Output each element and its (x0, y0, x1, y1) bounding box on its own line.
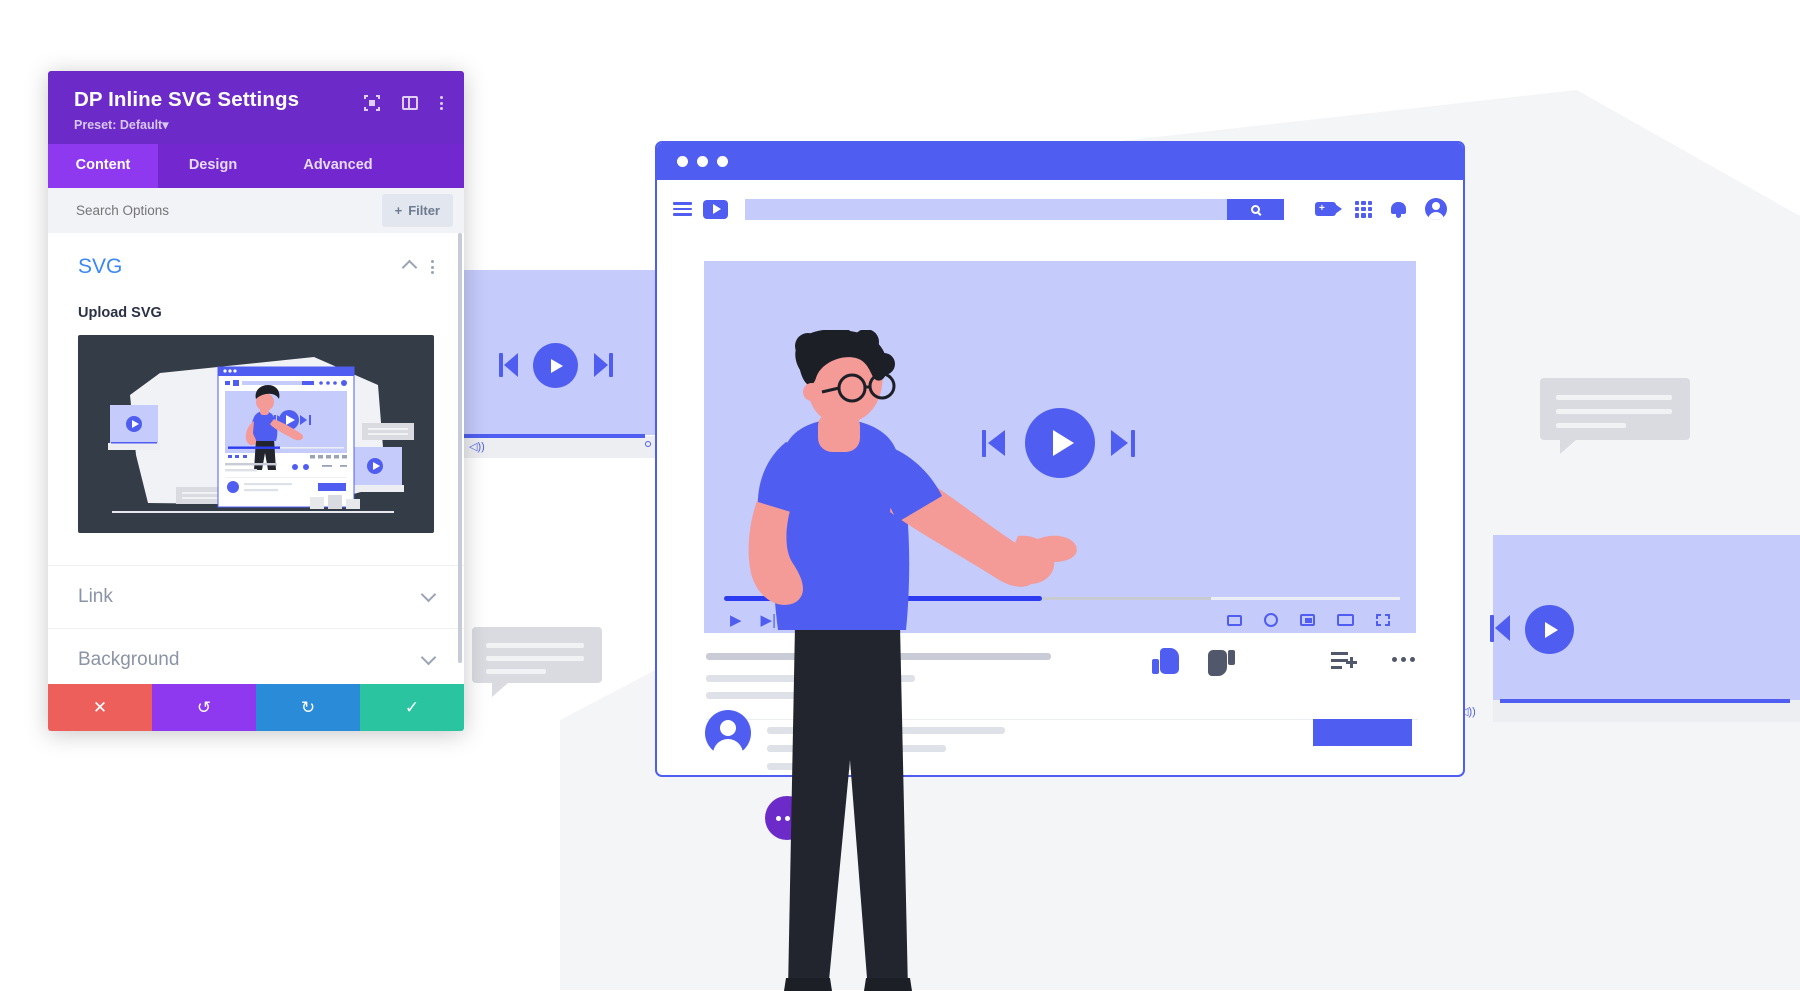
add-to-playlist-icon[interactable] (1331, 652, 1357, 672)
left-card-gear-icon (645, 441, 651, 447)
left-card-progress (455, 434, 645, 438)
miniplayer-icon[interactable] (1300, 614, 1315, 626)
play-logo-icon[interactable] (703, 199, 728, 219)
undo-button[interactable]: ↺ (152, 684, 256, 731)
panel-scrollbar[interactable] (458, 233, 462, 663)
subscribe-button[interactable] (1313, 719, 1412, 746)
filter-button[interactable]: + Filter (381, 194, 453, 227)
chevron-down-icon[interactable] (420, 586, 437, 603)
right-card-prev-icon (1490, 615, 1510, 642)
left-card-play-icon (533, 343, 578, 388)
window-dot-close[interactable] (677, 156, 688, 167)
chevron-up-icon[interactable] (401, 259, 418, 275)
section-link-title: Link (78, 586, 113, 607)
preset-label: Preset: Default (74, 118, 163, 132)
account-avatar-icon[interactable] (1425, 198, 1447, 220)
section-background-title: Background (78, 649, 180, 670)
section-svg-controls (401, 259, 434, 275)
screen: ◁)) ◁)) + ▶ ▶| DP Inline SVG Settings Pr… (0, 0, 1800, 991)
captions-icon[interactable] (1227, 614, 1242, 626)
section-more-icon[interactable] (431, 260, 434, 274)
left-card-prev-icon (499, 353, 518, 377)
preset-selector[interactable]: Preset: Default▾ (74, 117, 444, 132)
right-card-meta (1493, 700, 1800, 722)
section-svg: SVG Upload SVG (48, 233, 464, 533)
search-input[interactable] (745, 198, 1284, 220)
more-horizontal-icon[interactable] (1392, 657, 1415, 662)
search-options-row: + Filter (48, 188, 464, 233)
theater-icon[interactable] (1337, 614, 1354, 626)
apps-grid-icon[interactable] (1355, 200, 1372, 218)
thumb-up-icon[interactable] (1152, 648, 1179, 674)
left-speech-bubble (472, 627, 602, 697)
tab-advanced[interactable]: Advanced (268, 144, 408, 188)
left-card-next-icon (594, 353, 613, 377)
focus-icon[interactable] (364, 95, 380, 111)
skip-next-icon-large[interactable] (1111, 430, 1135, 457)
panel-header-icons (364, 95, 443, 111)
right-speech-bubble (1540, 378, 1690, 454)
settings-gear-icon[interactable] (1264, 613, 1278, 627)
more-options-icon[interactable] (440, 96, 443, 110)
panel-header: DP Inline SVG Settings Preset: Default▾ (48, 71, 464, 144)
browser-toolbar: + (657, 180, 1463, 238)
search-icon[interactable] (1227, 198, 1284, 220)
left-card-volume-icon: ◁)) (469, 441, 485, 453)
skip-previous-icon[interactable] (982, 430, 1006, 457)
notifications-bell-icon[interactable] (1391, 201, 1406, 218)
chevron-down-icon[interactable] (420, 649, 437, 666)
toolbar-right-icons: + (1315, 198, 1447, 220)
cancel-button[interactable]: ✕ (48, 684, 152, 731)
section-background[interactable]: Background (48, 628, 464, 684)
redo-button[interactable]: ↻ (256, 684, 360, 731)
window-dot-maximize[interactable] (717, 156, 728, 167)
window-dot-minimize[interactable] (697, 156, 708, 167)
plus-icon: + (394, 203, 403, 218)
tab-design[interactable]: Design (158, 144, 268, 188)
svg-preview[interactable] (78, 335, 434, 533)
upload-svg-label: Upload SVG (78, 305, 162, 321)
layout-icon[interactable] (402, 96, 418, 110)
right-card-play-icon (1525, 605, 1574, 654)
player-controls-right (1227, 613, 1390, 627)
panel-action-bar: ✕ ↺ ↻ ✓ (48, 684, 464, 731)
filter-button-label: Filter (408, 203, 440, 218)
panel-tabs: Content Design Advanced (48, 144, 464, 188)
section-svg-title: SVG (78, 255, 123, 278)
hamburger-icon[interactable] (673, 202, 692, 216)
browser-titlebar (657, 143, 1463, 180)
panel-body: SVG Upload SVG Link Background (48, 233, 464, 684)
right-card-progress (1500, 699, 1790, 703)
center-play-button[interactable] (1025, 408, 1095, 478)
save-button[interactable]: ✓ (360, 684, 464, 731)
thumb-down-icon[interactable] (1208, 650, 1235, 676)
section-link[interactable]: Link (48, 565, 464, 628)
fullscreen-icon[interactable] (1376, 614, 1390, 626)
section-svg-header[interactable]: SVG (78, 255, 434, 279)
svg-preview-graphic (108, 357, 414, 513)
chevron-down-icon: ▾ (162, 118, 169, 132)
video-add-icon[interactable]: + (1315, 202, 1342, 216)
settings-panel: DP Inline SVG Settings Preset: Default▾ … (48, 71, 464, 731)
tab-content[interactable]: Content (48, 144, 158, 188)
